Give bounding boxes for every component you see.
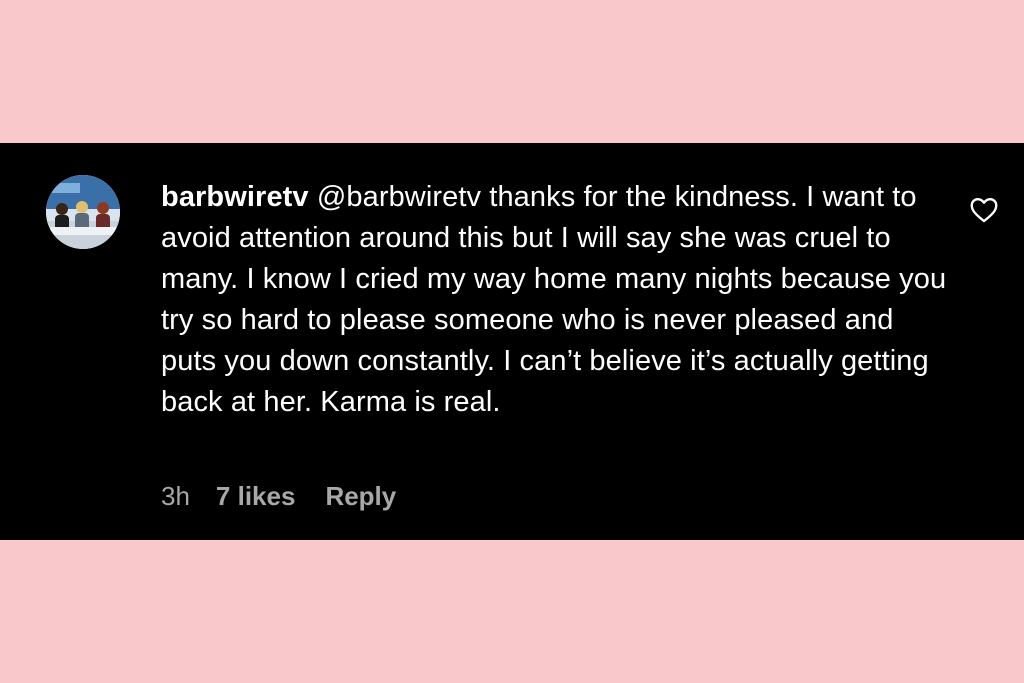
heart-outline-icon[interactable] bbox=[970, 197, 998, 223]
comment-meta: 3h 7 likes Reply bbox=[161, 481, 396, 512]
reply-button[interactable]: Reply bbox=[325, 481, 396, 512]
comment-username[interactable]: barbwiretv bbox=[161, 181, 309, 213]
avatar-image bbox=[46, 175, 120, 249]
likes-count-link[interactable]: 7 likes bbox=[216, 481, 296, 512]
avatar[interactable] bbox=[46, 175, 120, 249]
comment-message: @barbwiretv thanks for the kindness. I w… bbox=[161, 181, 947, 418]
page-background: barbwiretv @barbwiretv thanks for the ki… bbox=[0, 0, 1024, 683]
comment-panel: barbwiretv @barbwiretv thanks for the ki… bbox=[0, 143, 1024, 540]
comment-text: barbwiretv @barbwiretv thanks for the ki… bbox=[161, 177, 951, 423]
comment-timestamp: 3h bbox=[161, 481, 190, 511]
like-button-graphic bbox=[970, 197, 998, 223]
